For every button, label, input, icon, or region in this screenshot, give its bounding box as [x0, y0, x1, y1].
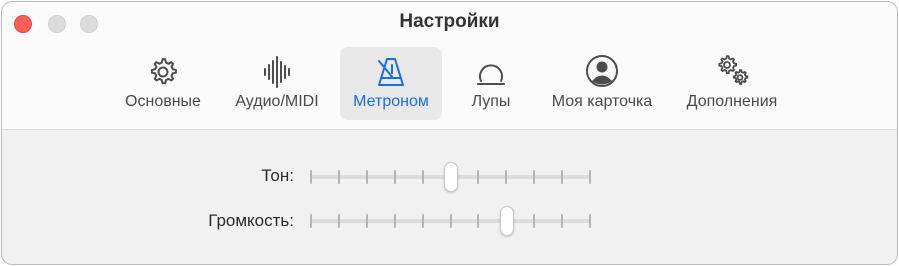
settings-window: Настройки Основные Аудио/MIDI Метроном Л…	[1, 1, 898, 265]
slider-tick	[365, 170, 368, 184]
slider-tick	[365, 214, 368, 228]
slider-tick	[589, 214, 591, 228]
slider-tick	[561, 214, 564, 228]
tab-my-card[interactable]: Моя карточка	[538, 47, 666, 120]
slider-tick	[533, 214, 536, 228]
tab-label: Моя карточка	[551, 93, 653, 110]
slider-tick	[561, 170, 564, 184]
tab-metronome[interactable]: Метроном	[340, 47, 442, 120]
slider-tick	[310, 214, 312, 228]
gear-icon	[145, 53, 181, 89]
volume-slider[interactable]	[310, 206, 591, 236]
slider-tick	[393, 214, 396, 228]
loop-icon	[473, 53, 509, 89]
person-circle-icon	[584, 53, 620, 89]
tab-advanced[interactable]: Дополнения	[674, 47, 790, 120]
slider-tick	[505, 170, 508, 184]
slider-tick	[421, 170, 424, 184]
tone-label: Тон:	[261, 166, 294, 185]
slider-thumb[interactable]	[443, 162, 458, 192]
tab-loops[interactable]: Лупы	[454, 47, 528, 120]
waveform-icon	[259, 53, 295, 89]
slider-tick	[421, 214, 424, 228]
slider-tick	[449, 214, 452, 228]
gears-icon	[714, 53, 750, 89]
tab-label: Дополнения	[686, 93, 778, 110]
slider-tick	[310, 170, 312, 184]
tab-audio-midi[interactable]: Аудио/MIDI	[224, 47, 330, 120]
tab-label: Метроном	[353, 93, 429, 110]
tab-label: Основные	[125, 93, 201, 110]
slider-tick	[533, 170, 536, 184]
slider-tick	[337, 170, 340, 184]
volume-label: Громкость:	[208, 211, 294, 230]
tab-general[interactable]: Основные	[114, 47, 212, 120]
slider-tick	[393, 170, 396, 184]
metronome-icon	[373, 53, 409, 89]
tab-label: Аудио/MIDI	[235, 93, 319, 110]
window-title: Настройки	[399, 11, 500, 32]
slider-tick	[337, 214, 340, 228]
slider-tick	[589, 170, 591, 184]
tab-label: Лупы	[471, 93, 511, 110]
tone-slider[interactable]	[310, 162, 591, 192]
toolbar: Настройки Основные Аудио/MIDI Метроном Л…	[2, 2, 897, 130]
slider-thumb[interactable]	[499, 206, 514, 236]
